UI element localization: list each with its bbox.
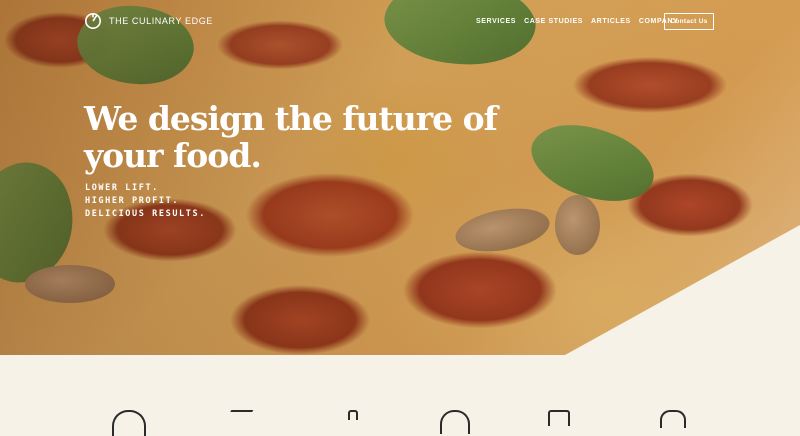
culinary-edge-logo-icon	[84, 12, 102, 30]
service-icon-1	[112, 410, 146, 436]
nav-item-articles[interactable]: ARTICLES	[591, 18, 631, 25]
sausage-topping	[452, 202, 553, 258]
service-icon-2	[218, 410, 254, 432]
top-navigation: THE CULINARY EDGE SERVICES CASE STUDIES …	[0, 0, 800, 45]
tagline-lower-lift: LOWER LIFT.	[85, 183, 159, 193]
services-icon-row	[0, 410, 800, 436]
basil-leaf	[521, 104, 664, 222]
basil-leaf	[0, 150, 92, 295]
tagline-delicious-results: DELICIOUS RESULTS.	[85, 209, 206, 219]
headline-line-1: We design the future of	[84, 99, 498, 138]
nav-item-case-studies[interactable]: CASE STUDIES	[524, 18, 583, 25]
headline-line-2: your food.	[84, 136, 262, 175]
service-icon-6	[660, 410, 686, 428]
sausage-topping	[25, 265, 115, 303]
hero-image	[0, 0, 800, 355]
service-icon-3	[348, 410, 358, 420]
hero-taglines: LOWER LIFT. HIGHER PROFIT. DELICIOUS RES…	[85, 182, 206, 221]
service-icon-5	[548, 410, 570, 426]
contact-us-button[interactable]: Contact Us	[664, 13, 714, 30]
service-icon-4	[440, 410, 470, 434]
sausage-topping	[555, 195, 600, 255]
hero-headline: We design the future of your food.	[84, 100, 504, 174]
brand-name: THE CULINARY EDGE	[109, 16, 213, 26]
nav-menu: SERVICES CASE STUDIES ARTICLES COMPANY	[476, 18, 678, 25]
tagline-higher-profit: HIGHER PROFIT.	[85, 196, 180, 206]
nav-item-services[interactable]: SERVICES	[476, 18, 516, 25]
brand-logo[interactable]: THE CULINARY EDGE	[84, 12, 213, 30]
